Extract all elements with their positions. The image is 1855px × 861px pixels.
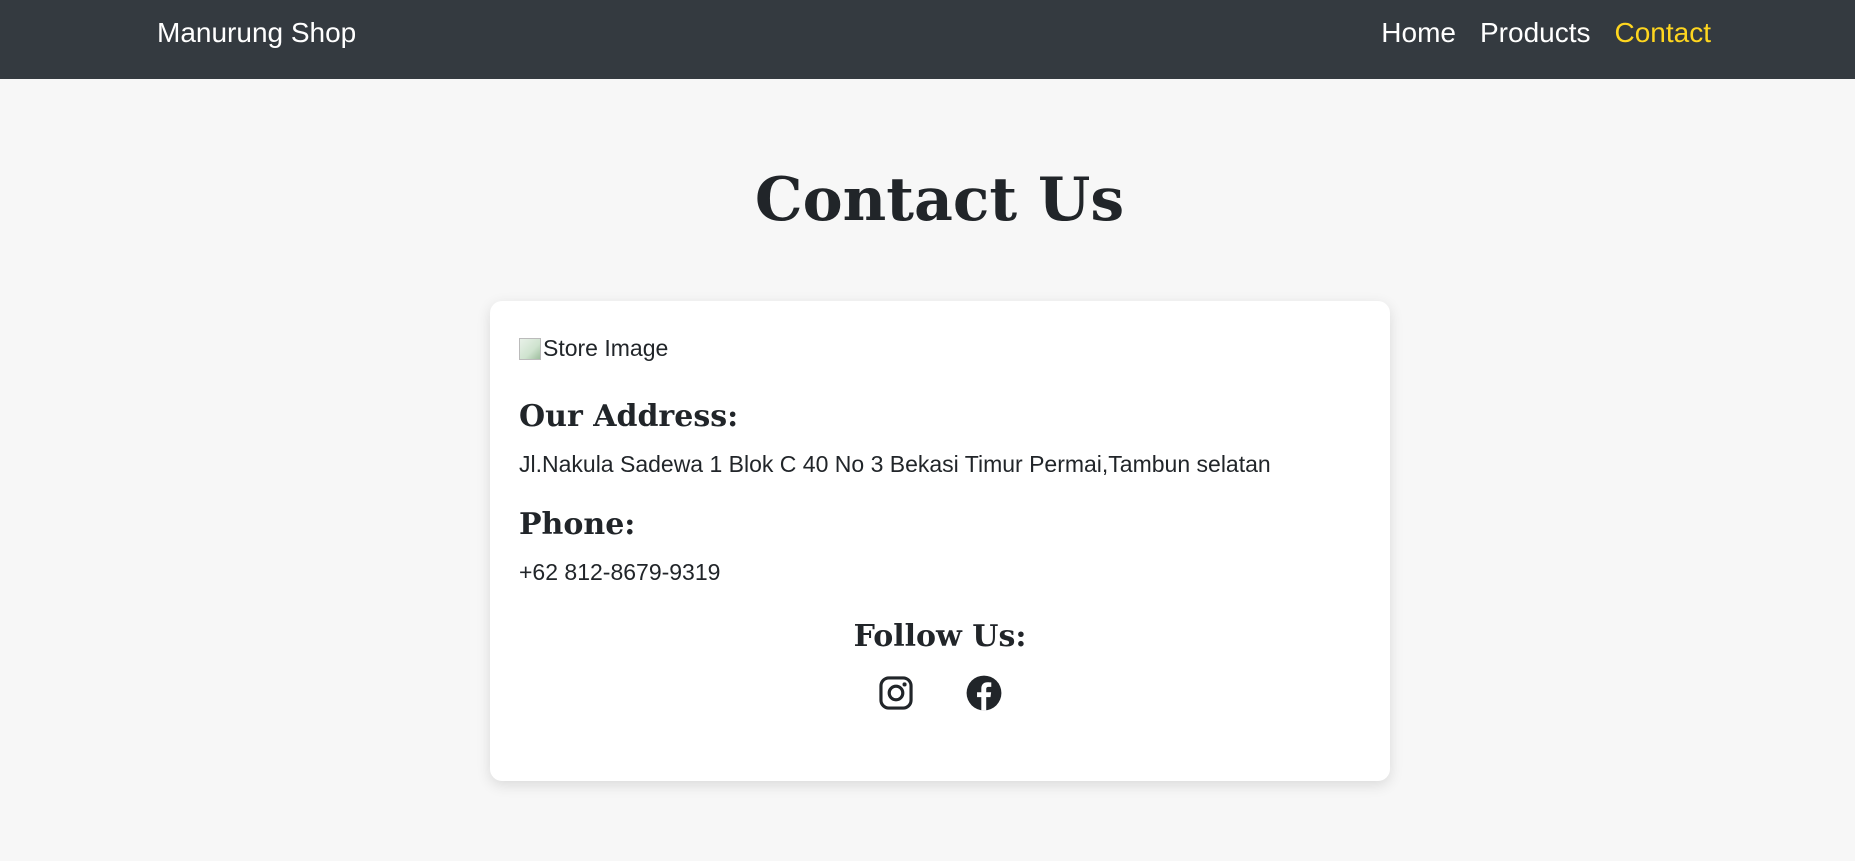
facebook-link[interactable] — [965, 674, 1003, 712]
navbar: Manurung Shop Home Products Contact — [0, 0, 1855, 79]
nav-home-link[interactable]: Home — [1381, 0, 1456, 66]
broken-image-icon — [519, 337, 541, 360]
store-image-alt: Store Image — [543, 335, 669, 361]
phone-heading: Phone: — [519, 507, 636, 542]
instagram-link[interactable] — [877, 674, 915, 712]
address-text: Jl.Nakula Sadewa 1 Blok C 40 No 3 Bekasi… — [519, 451, 1271, 477]
brand-link[interactable]: Manurung Shop — [157, 0, 356, 66]
instagram-icon — [879, 676, 913, 710]
facebook-icon — [966, 675, 1002, 711]
page-title: Contact Us — [754, 165, 1125, 235]
nav-contact-link[interactable]: Contact — [1615, 0, 1712, 66]
follow-heading: Follow Us: — [853, 619, 1027, 654]
nav-products-link[interactable]: Products — [1480, 0, 1591, 66]
contact-card: Store Image Our Address: Jl.Nakula Sadew… — [490, 301, 1390, 781]
store-image: Store Image — [519, 335, 668, 362]
address-heading: Our Address: — [519, 399, 739, 434]
nav-links: Home Products Contact — [1381, 0, 1711, 66]
phone-text: +62 812-8679-9319 — [519, 559, 721, 585]
social-links — [490, 674, 1390, 712]
